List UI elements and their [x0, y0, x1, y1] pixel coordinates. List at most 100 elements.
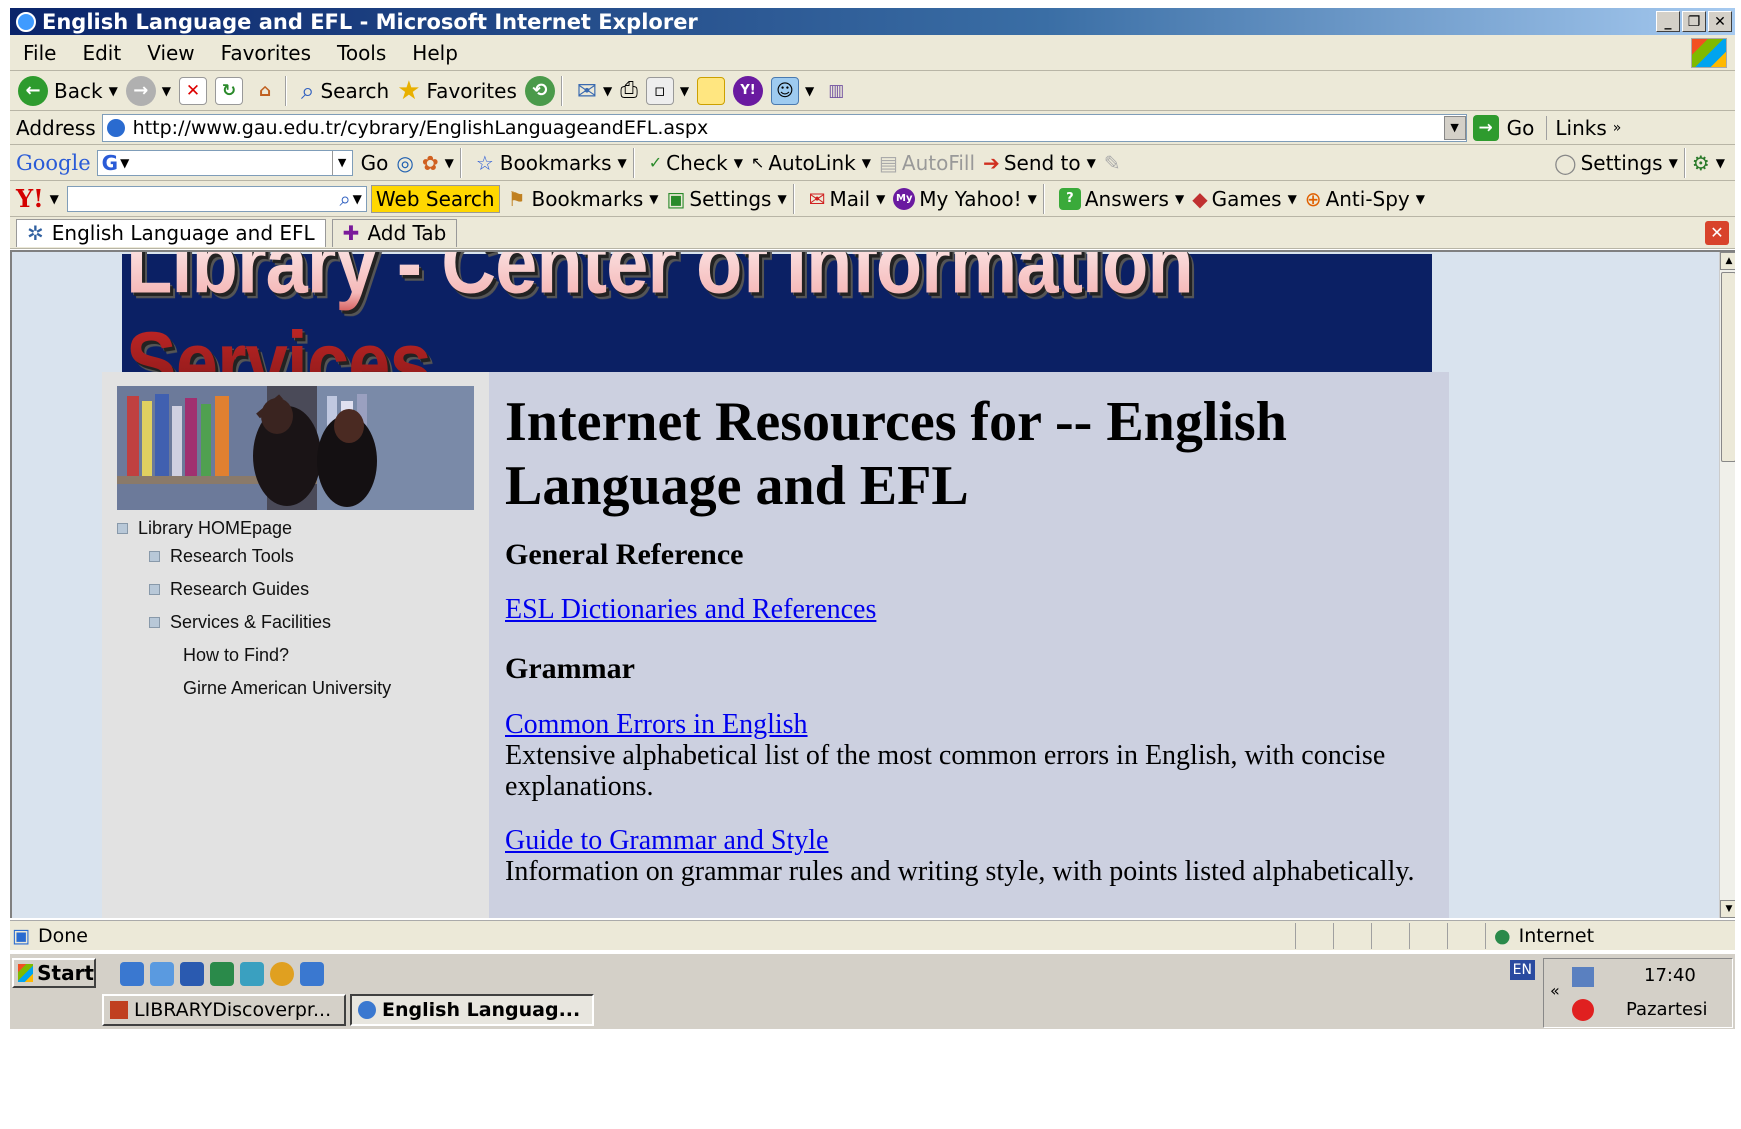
search-button[interactable]: Search	[320, 79, 389, 103]
refresh-icon[interactable]: ↻	[215, 76, 244, 105]
favorites-button[interactable]: Favorites	[427, 79, 517, 103]
menu-help[interactable]: Help	[399, 41, 471, 65]
messenger-dropdown-icon[interactable]: ▼	[805, 84, 814, 98]
translate-icon[interactable]: ⚙	[1692, 151, 1710, 175]
desktop-quicklaunch-icon[interactable]	[300, 962, 324, 986]
google-go-button[interactable]: Go	[361, 151, 389, 175]
nav-girne-american-university[interactable]: Girne American University	[183, 678, 391, 699]
start-button[interactable]: Start	[12, 958, 96, 988]
tray-expand-icon[interactable]: «	[1550, 981, 1560, 1000]
print-icon[interactable]: ⎙	[620, 78, 638, 103]
scroll-down-icon[interactable]: ▼	[1720, 900, 1735, 918]
taskbar-item-label[interactable]: LIBRARYDiscoverpr...	[134, 999, 331, 1021]
google-search-input[interactable]: G ▼ ▼	[96, 149, 353, 176]
yahoo-mail-dropdown-icon[interactable]: ▼	[876, 192, 885, 206]
autolink-button[interactable]: AutoLink	[768, 151, 855, 175]
highlight-icon[interactable]: ✎	[1104, 151, 1121, 175]
google-settings-dropdown-icon[interactable]: ▼	[1669, 156, 1678, 170]
yahoo-settings-dropdown-icon[interactable]: ▼	[777, 192, 786, 206]
yahoo-messenger-icon[interactable]: Y!	[733, 75, 764, 106]
popup-blocker-icon[interactable]: ✿	[422, 151, 439, 175]
scroll-thumb[interactable]	[1721, 272, 1735, 462]
my-yahoo-button[interactable]: My Yahoo!	[919, 187, 1021, 211]
yahoo-logo[interactable]: Y!	[16, 184, 44, 213]
notes-icon[interactable]	[697, 76, 726, 105]
google-settings-button[interactable]: Settings	[1581, 151, 1663, 175]
address-dropdown-icon[interactable]: ▼	[1443, 115, 1466, 140]
minimize-button[interactable]: _	[1656, 11, 1680, 32]
media-quicklaunch-icon[interactable]	[270, 962, 294, 986]
mail-dropdown-icon[interactable]: ▼	[603, 84, 612, 98]
check-button[interactable]: Check	[666, 151, 728, 175]
google-logo[interactable]: Google	[16, 151, 91, 175]
stop-icon[interactable]: ✕	[179, 76, 208, 105]
google-bookmarks-dropdown-icon[interactable]: ▼	[618, 156, 627, 170]
links-button[interactable]: Links	[1546, 115, 1607, 140]
nav-label[interactable]: Services & Facilities	[170, 612, 331, 633]
tab-english-language[interactable]: ✲ English Language and EFL	[16, 218, 326, 247]
nav-label[interactable]: How to Find?	[183, 645, 289, 666]
antispy-dropdown-icon[interactable]: ▼	[1416, 192, 1425, 206]
address-url[interactable]: http://www.gau.edu.tr/cybrary/EnglishLan…	[133, 117, 709, 139]
taskbar-item-library[interactable]: LIBRARYDiscoverpr...	[102, 994, 346, 1026]
menu-favorites[interactable]: Favorites	[208, 41, 324, 65]
add-tab-button[interactable]: ✚ Add Tab	[331, 218, 458, 247]
scroll-up-icon[interactable]: ▲	[1720, 252, 1735, 270]
yahoo-logo-dropdown-icon[interactable]: ▼	[50, 192, 59, 206]
ie-quicklaunch-icon[interactable]	[120, 962, 144, 986]
history-icon[interactable]: ⟲	[524, 75, 555, 106]
messenger-quicklaunch-icon[interactable]	[240, 962, 264, 986]
messenger-icon[interactable]: ☺	[771, 76, 800, 105]
menu-edit[interactable]: Edit	[69, 41, 134, 65]
taskbar-item-label[interactable]: English Languag...	[382, 999, 580, 1021]
yahoo-settings-button[interactable]: Settings	[689, 187, 771, 211]
autolink-dropdown-icon[interactable]: ▼	[862, 156, 871, 170]
word-quicklaunch-icon[interactable]	[180, 962, 204, 986]
sendto-button[interactable]: Send to	[1004, 151, 1081, 175]
tab-label[interactable]: English Language and EFL	[52, 221, 315, 245]
back-arrow-icon[interactable]: ←	[18, 75, 48, 106]
taskbar-item-ie[interactable]: English Languag...	[350, 994, 594, 1026]
answers-dropdown-icon[interactable]: ▼	[1175, 192, 1184, 206]
nav-label[interactable]: Research Tools	[170, 546, 294, 567]
nav-services-facilities[interactable]: Services & Facilities	[149, 612, 331, 633]
menu-view[interactable]: View	[134, 41, 207, 65]
magnifier-icon[interactable]: ⌕	[339, 187, 350, 211]
vertical-scrollbar[interactable]: ▲ ▼	[1719, 252, 1735, 918]
games-button[interactable]: Games	[1212, 187, 1282, 211]
forward-dropdown-icon[interactable]: ▼	[162, 84, 171, 98]
close-button[interactable]: ✕	[1708, 11, 1732, 32]
network-icon[interactable]	[1572, 967, 1594, 987]
web-search-button[interactable]: Web Search	[370, 184, 500, 213]
check-dropdown-icon[interactable]: ▼	[734, 156, 743, 170]
favorites-star-icon[interactable]: ★	[397, 76, 420, 106]
edit-dropdown-icon[interactable]: ▼	[680, 84, 689, 98]
home-icon[interactable]: ⌂	[251, 77, 279, 105]
yahoo-bookmarks-dropdown-icon[interactable]: ▼	[649, 192, 658, 206]
outlook-quicklaunch-icon[interactable]	[150, 962, 174, 986]
menu-file[interactable]: File	[10, 41, 69, 65]
forward-icon[interactable]: →	[125, 75, 156, 106]
link-grammar-style[interactable]: Guide to Grammar and Style	[505, 825, 828, 857]
autofill-button[interactable]: AutoFill	[902, 151, 975, 175]
clock-day[interactable]: Pazartesi	[1626, 999, 1707, 1020]
google-input-dropdown-icon[interactable]: ▼	[331, 150, 352, 175]
address-input[interactable]: http://www.gau.edu.tr/cybrary/EnglishLan…	[101, 113, 1467, 142]
google-bookmarks-button[interactable]: Bookmarks	[500, 151, 612, 175]
sendto-dropdown-icon[interactable]: ▼	[1087, 156, 1096, 170]
yahoo-mail-button[interactable]: Mail	[829, 187, 870, 211]
yahoo-input-dropdown-icon[interactable]: ▼	[353, 192, 362, 206]
go-arrow-icon[interactable]: →	[1472, 114, 1499, 141]
yahoo-search-input[interactable]: ⌕ ▼	[66, 185, 367, 212]
language-indicator[interactable]: EN	[1509, 960, 1535, 980]
start-label[interactable]: Start	[37, 961, 94, 985]
translate-dropdown-icon[interactable]: ▼	[1716, 156, 1725, 170]
antivirus-icon[interactable]	[1572, 999, 1594, 1021]
menu-tools[interactable]: Tools	[324, 41, 399, 65]
edit-icon[interactable]: ▫	[645, 76, 674, 105]
add-tab-label[interactable]: Add Tab	[367, 221, 446, 245]
search-icon[interactable]: ⌕	[301, 77, 314, 105]
chevron-right-icon[interactable]: »	[1613, 120, 1622, 136]
nav-research-guides[interactable]: Research Guides	[149, 579, 309, 600]
yahoo-bookmarks-button[interactable]: Bookmarks	[532, 187, 644, 211]
